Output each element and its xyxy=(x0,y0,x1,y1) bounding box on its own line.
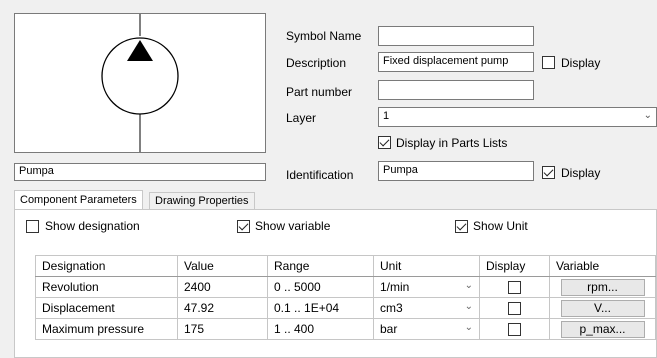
display-checkbox[interactable] xyxy=(508,280,521,294)
show-designation-checkbox[interactable] xyxy=(26,220,39,233)
display-cell xyxy=(479,276,550,298)
hydraulic-pump-symbol-icon xyxy=(101,14,179,152)
variable-cell: V... xyxy=(549,297,656,319)
table-header-row: Designation Value Range Unit Display Var… xyxy=(35,255,656,277)
unit-value: bar xyxy=(380,322,398,336)
chevron-down-icon: ⌄ xyxy=(464,322,473,333)
designation-cell: Displacement xyxy=(35,297,178,319)
column-header-variable: Variable xyxy=(549,255,656,277)
identification-label: Identification xyxy=(286,168,354,182)
part-number-input[interactable] xyxy=(378,80,534,100)
show-designation-label: Show designation xyxy=(45,219,140,233)
show-unit-checkbox[interactable] xyxy=(455,220,468,233)
range-cell: 0.1 .. 1E+04 xyxy=(267,297,374,319)
value-cell[interactable]: 2400 xyxy=(177,276,268,298)
designation-cell: Revolution xyxy=(35,276,178,298)
unit-select[interactable]: cm3 ⌄ xyxy=(373,297,480,319)
designation-cell: Maximum pressure xyxy=(35,318,178,340)
layer-value: 1 xyxy=(383,110,390,122)
unit-value: 1/min xyxy=(380,280,410,294)
chevron-down-icon: ⌄ xyxy=(464,280,473,291)
range-cell: 1 .. 400 xyxy=(267,318,374,340)
variable-button[interactable]: p_max... xyxy=(560,320,645,338)
unit-value: cm3 xyxy=(380,301,403,315)
description-input[interactable]: Fixed displacement pump xyxy=(378,52,534,72)
value-cell[interactable]: 47.92 xyxy=(177,297,268,319)
identification-input[interactable]: Pumpa xyxy=(378,161,534,181)
table-row: Maximum pressure 175 1 .. 400 bar ⌄ p_max… xyxy=(35,318,656,340)
chevron-down-icon: ⌄ xyxy=(464,301,473,312)
column-header-display: Display xyxy=(479,255,550,277)
show-variable-label: Show variable xyxy=(255,219,331,233)
display-checkbox[interactable] xyxy=(508,301,521,315)
value-cell[interactable]: 175 xyxy=(177,318,268,340)
symbol-preview xyxy=(14,13,266,153)
layer-select[interactable]: 1 ⌄ xyxy=(378,107,657,127)
parameters-table: Designation Value Range Unit Display Var… xyxy=(35,255,656,340)
range-cell: 0 .. 5000 xyxy=(267,276,374,298)
display-cell xyxy=(479,297,550,319)
variable-button[interactable]: V... xyxy=(560,299,645,317)
column-header-unit: Unit xyxy=(373,255,480,277)
display-cell xyxy=(479,318,550,340)
variable-cell: p_max... xyxy=(549,318,656,340)
layer-label: Layer xyxy=(286,111,317,125)
display-checkbox[interactable] xyxy=(508,322,521,336)
table-row: Displacement 47.92 0.1 .. 1E+04 cm3 ⌄ V..… xyxy=(35,297,656,319)
symbol-name-label: Symbol Name xyxy=(286,29,362,43)
show-unit-label: Show Unit xyxy=(473,219,528,233)
identification-display-checkbox[interactable] xyxy=(542,166,555,179)
column-header-designation: Designation xyxy=(35,255,178,277)
component-parameters-panel: Show designation Show variable Show Unit… xyxy=(14,209,657,358)
unit-select[interactable]: 1/min ⌄ xyxy=(373,276,480,298)
column-header-range: Range xyxy=(267,255,374,277)
unit-select[interactable]: bar ⌄ xyxy=(373,318,480,340)
symbol-name-field[interactable]: Pumpa xyxy=(14,163,266,181)
variable-cell: rpm... xyxy=(549,276,656,298)
identification-display-label: Display xyxy=(561,166,601,180)
table-row: Revolution 2400 0 .. 5000 1/min ⌄ rpm... xyxy=(35,276,656,298)
description-label: Description xyxy=(286,56,347,70)
part-number-label: Part number xyxy=(286,85,353,99)
display-in-parts-lists-label: Display in Parts Lists xyxy=(396,136,508,150)
tab-component-parameters[interactable]: Component Parameters xyxy=(14,190,143,209)
show-variable-checkbox[interactable] xyxy=(237,220,250,233)
description-display-checkbox[interactable] xyxy=(542,56,555,69)
variable-button[interactable]: rpm... xyxy=(560,278,645,296)
display-in-parts-lists-checkbox[interactable] xyxy=(378,136,391,149)
chevron-down-icon: ⌄ xyxy=(643,110,652,121)
column-header-value: Value xyxy=(177,255,268,277)
tab-drawing-properties[interactable]: Drawing Properties xyxy=(149,192,255,209)
description-display-label: Display xyxy=(561,56,601,70)
symbol-name-input[interactable] xyxy=(378,26,534,46)
